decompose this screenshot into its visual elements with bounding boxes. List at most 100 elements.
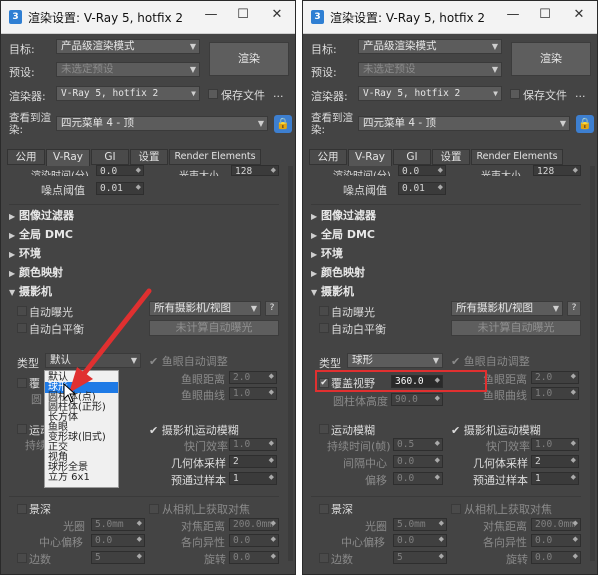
check-icon: ✔ (451, 424, 464, 437)
section-global-dmc[interactable]: ▶ 全局 DMC (311, 226, 581, 243)
aperture-spinner[interactable]: 5.0mm ◆ (393, 518, 447, 531)
tab-common[interactable]: 公用 (309, 149, 347, 165)
motion-blur-label: 运动模糊 (331, 424, 375, 437)
light-size-spinner[interactable]: 128 ◆ (533, 165, 581, 177)
fisheye-auto-text: 鱼眼自动调整 (463, 355, 530, 368)
lock-icon[interactable]: 🔒 (576, 115, 594, 133)
view-value: 四元菜单 4 - 顶 (363, 117, 436, 129)
shutter-spinner[interactable]: 1.0 ◆ (531, 438, 579, 451)
anisotropy-label: 各向异性 (483, 536, 527, 549)
highlight-box (315, 370, 487, 392)
chevron-down-icon: ▼ (493, 89, 498, 98)
duration-spinner[interactable]: 0.5 ◆ (393, 438, 443, 451)
noise-threshold-spinner[interactable]: 0.01 ◆ (398, 182, 446, 195)
collapse-icon: ▼ (311, 288, 318, 297)
tab-render-elements[interactable]: Render Elements (471, 149, 563, 165)
cylinder-height-spinner[interactable]: 90.0 ◆ (391, 393, 443, 406)
render-time-spinner[interactable]: 0.0 ◆ (398, 165, 446, 177)
center-bias-spinner[interactable]: 0.0 ◆ (393, 534, 447, 547)
view-dropdown[interactable]: 四元菜单 4 - 顶 ▼ (358, 116, 570, 131)
close-button[interactable]: ✕ (569, 7, 589, 22)
type-value: 球形 (352, 354, 373, 366)
renderer-dropdown[interactable]: V-Ray 5, hotfix 2 ▼ (358, 86, 502, 101)
tab-gi[interactable]: GI (393, 149, 431, 165)
section-camera[interactable]: ▼ 摄影机 (311, 283, 581, 300)
save-file-checkbox[interactable] (510, 89, 520, 99)
prepass-spinner[interactable]: 1 ◆ (531, 472, 579, 485)
cylinder-height-value: 90.0 (395, 394, 418, 405)
light-size-value: 128 (537, 166, 555, 177)
section-image-filter[interactable]: ▶ 图像过滤器 (311, 207, 581, 224)
render-settings-window-right: 3 渲染设置: V-Ray 5, hotfix 2 — ☐ ✕ 目标: 产品级渲… (302, 0, 598, 575)
window-title: 渲染设置: V-Ray 5, hotfix 2 (330, 11, 486, 25)
fisheye-curve-spinner[interactable]: 1.0 ◆ (531, 387, 579, 400)
type-label: 类型 (319, 357, 341, 370)
bias-spinner[interactable]: 0.0 ◆ (393, 472, 443, 485)
rotation-spinner[interactable]: 0.0 ◆ (531, 551, 581, 564)
tab-vray[interactable]: V-Ray (348, 149, 392, 166)
camera-view-dropdown[interactable]: 所有摄影机/视图 ▼ (451, 301, 563, 316)
target-value: 产品级渲染模式 (363, 40, 437, 52)
interval-center-spinner[interactable]: 0.0 ◆ (393, 455, 443, 468)
focus-distance-value: 200.0mm (535, 519, 576, 530)
sides-value: 5 (397, 552, 403, 563)
render-time-label: 渲染时间(分) (333, 167, 391, 176)
preset-label: 预设: (311, 66, 337, 79)
renderer-label: 渲染器: (311, 90, 348, 103)
prepass-label: 预通过样本 (473, 474, 528, 487)
tab-settings[interactable]: 设置 (432, 149, 470, 165)
camera-motion-blur-label: ✔ 摄影机运动模糊 (451, 422, 541, 438)
section-title: 摄影机 (321, 285, 354, 298)
annotation-arrow (69, 288, 152, 393)
minimize-button[interactable]: — (503, 7, 523, 22)
sides-checkbox[interactable] (319, 553, 329, 563)
render-time-value: 0.0 (402, 166, 420, 177)
scrollbar[interactable] (590, 166, 595, 561)
light-size-label: 光束大小 (481, 167, 521, 176)
render-settings-window-left: 3 渲染设置: V-Ray 5, hotfix 2 — ☐ ✕ 目标: 产品级渲… (0, 0, 296, 575)
shutter-value: 1.0 (535, 439, 553, 450)
fisheye-curve-value: 1.0 (535, 388, 553, 399)
auto-exposure-label: 自动曝光 (331, 306, 375, 319)
type-dropdown[interactable]: 球形 ▼ (347, 353, 443, 368)
fisheye-distance-spinner[interactable]: 2.0 ◆ (531, 371, 579, 384)
help-button[interactable]: ? (567, 301, 581, 316)
focus-distance-spinner[interactable]: 200.0mm ◆ (531, 518, 581, 531)
sides-spinner[interactable]: 5 ◆ (393, 551, 447, 564)
rotation-label: 旋转 (506, 553, 528, 566)
motion-blur-checkbox[interactable] (319, 424, 329, 434)
calc-exposure-button[interactable]: 未计算自动曝光 (451, 320, 581, 336)
geo-samples-spinner[interactable]: 2 ◆ (531, 455, 579, 468)
bias-value: 0.0 (397, 473, 415, 484)
camera-motion-blur-text: 摄影机运动模糊 (463, 424, 541, 437)
auto-exposure-checkbox[interactable] (319, 306, 329, 316)
sides-label: 边数 (331, 553, 353, 566)
section-environment[interactable]: ▶ 环境 (311, 245, 581, 262)
cylinder-height-label: 圆柱体高度 (333, 395, 388, 408)
divider (311, 204, 581, 205)
auto-wb-label: 自动白平衡 (331, 323, 386, 336)
noise-threshold-label: 噪点阈值 (343, 184, 387, 197)
expand-icon: ▶ (311, 250, 318, 259)
anisotropy-spinner[interactable]: 0.0 ◆ (531, 534, 581, 547)
duration-value: 0.5 (397, 439, 415, 450)
auto-wb-checkbox[interactable] (319, 323, 329, 333)
dof-checkbox[interactable] (319, 504, 329, 514)
target-dropdown[interactable]: 产品级渲染模式 ▼ (358, 39, 502, 54)
shutter-label: 快门效率 (486, 440, 530, 453)
expand-icon: ▶ (311, 212, 318, 221)
from-camera-checkbox[interactable] (451, 504, 461, 514)
prepass-value: 1 (535, 473, 541, 484)
chevron-down-icon: ▼ (432, 356, 439, 365)
preset-dropdown[interactable]: 未选定预设 ▼ (358, 62, 502, 77)
maximize-button[interactable]: ☐ (535, 7, 555, 22)
section-title: 颜色映射 (321, 266, 365, 279)
render-button[interactable]: 渲染 (511, 42, 591, 76)
anisotropy-value: 0.0 (535, 535, 553, 546)
section-color-mapping[interactable]: ▶ 颜色映射 (311, 264, 581, 281)
expand-icon: ▶ (311, 269, 318, 278)
from-camera-label: 从相机上获取对焦 (464, 503, 552, 516)
expand-icon: ▶ (311, 231, 318, 240)
more-options-button[interactable]: ... (575, 87, 586, 100)
center-bias-value: 0.0 (397, 535, 415, 546)
